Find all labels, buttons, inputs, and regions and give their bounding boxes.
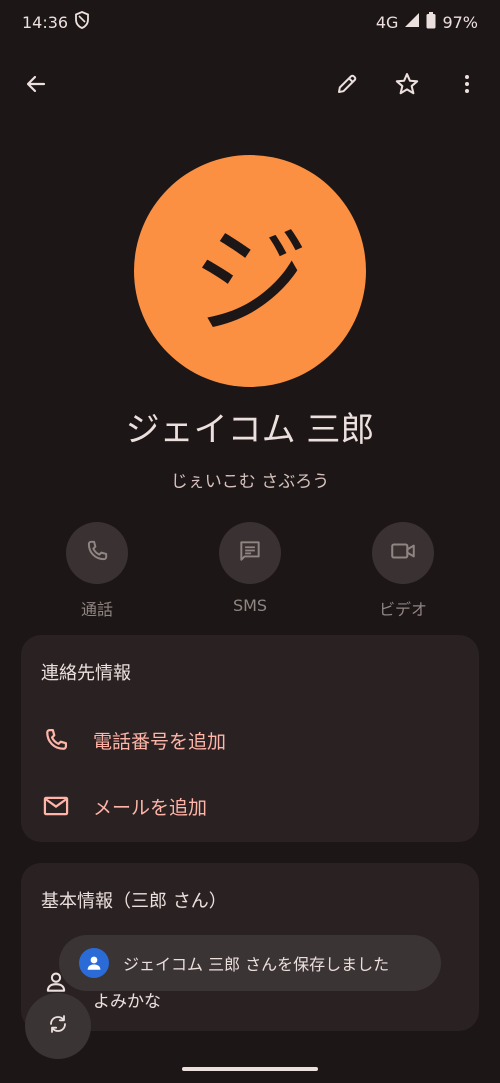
add-email-label: メールを追加 xyxy=(93,796,208,819)
phone-icon xyxy=(84,538,110,568)
saved-snackbar: ジェイコム 三郎 さんを保存しました xyxy=(59,935,441,991)
gesture-nav-handle[interactable] xyxy=(182,1067,318,1071)
call-label: 通話 xyxy=(80,600,113,619)
mail-icon xyxy=(41,791,71,821)
shield-icon xyxy=(74,11,90,33)
contact-name: ジェイコム 三郎 xyxy=(125,410,375,450)
snackbar-text: ジェイコム 三郎 さんを保存しました xyxy=(123,955,390,974)
pencil-icon xyxy=(335,72,359,100)
call-action[interactable]: 通話 xyxy=(42,522,152,620)
sync-button[interactable] xyxy=(25,993,91,1059)
arrow-left-icon xyxy=(24,72,48,100)
avatar-letter: ジ xyxy=(190,212,309,351)
more-options-button[interactable] xyxy=(445,64,489,108)
status-bar: 14:36 4G 97% xyxy=(0,0,500,44)
contact-info-card: 連絡先情報 電話番号を追加 メールを追加 xyxy=(21,635,479,842)
edit-button[interactable] xyxy=(325,64,369,108)
sms-action[interactable]: SMS xyxy=(195,522,305,615)
phone-icon xyxy=(41,725,71,755)
back-button[interactable] xyxy=(14,64,58,108)
battery-level: 97% xyxy=(442,12,478,32)
contact-info-title: 連絡先情報 xyxy=(41,663,131,684)
star-outline-icon xyxy=(394,71,420,101)
contact-avatar: ジ xyxy=(134,155,366,387)
message-icon xyxy=(237,538,263,568)
network-type: 4G xyxy=(375,12,399,32)
signal-icon xyxy=(404,12,420,32)
top-app-bar xyxy=(0,60,500,112)
video-label: ビデオ xyxy=(378,600,427,619)
add-email-row[interactable]: メールを追加 xyxy=(21,781,479,831)
favorite-button[interactable] xyxy=(385,64,429,108)
account-icon xyxy=(79,948,109,978)
status-time: 14:36 xyxy=(22,12,69,32)
more-vert-icon xyxy=(455,72,479,100)
sms-label: SMS xyxy=(232,596,268,615)
video-icon xyxy=(389,538,417,568)
basic-info-title: 基本情報（三郎 さん） xyxy=(41,891,227,912)
add-phone-label: 電話番号を追加 xyxy=(93,730,227,753)
sync-icon xyxy=(46,1012,70,1040)
add-phone-row[interactable]: 電話番号を追加 xyxy=(21,715,479,765)
contact-reading: じぇいこむ さぶろう xyxy=(170,472,330,492)
battery-icon xyxy=(426,11,436,33)
video-action[interactable]: ビデオ xyxy=(348,522,458,620)
